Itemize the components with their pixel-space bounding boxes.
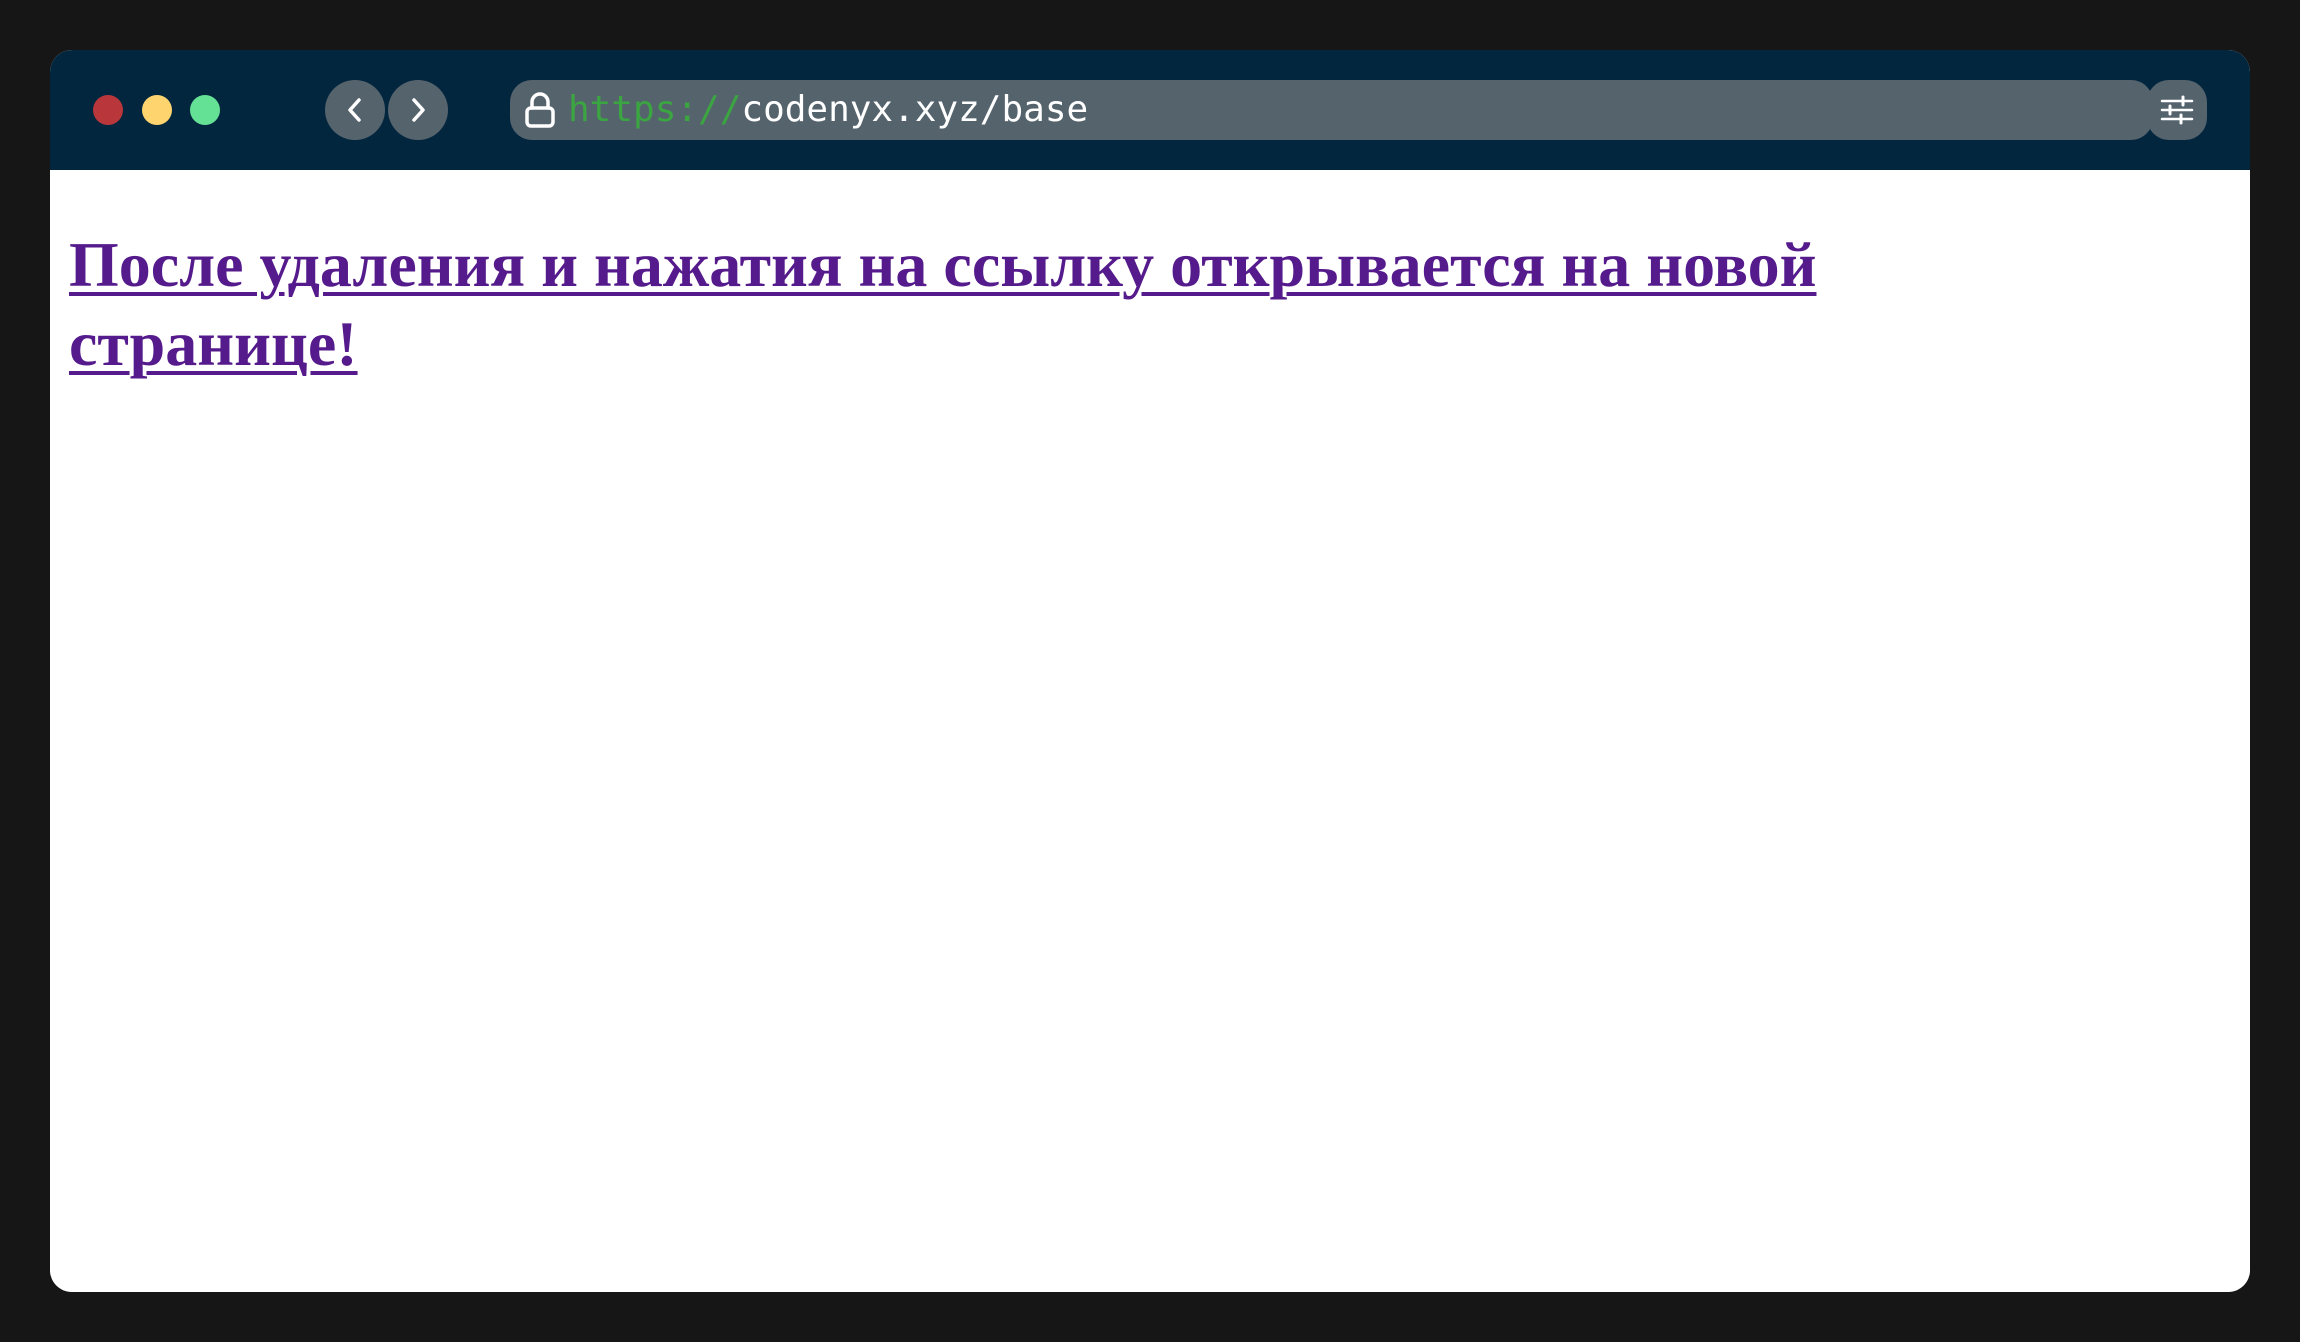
page-content: После удаления и нажатия на ссылку откры… <box>50 170 2250 1292</box>
url-text: https://codenyx.xyz/base <box>568 80 1088 140</box>
browser-window: https://codenyx.xyz/base После удаления … <box>50 50 2250 1292</box>
close-window-button[interactable] <box>93 95 123 125</box>
address-bar[interactable]: https://codenyx.xyz/base <box>510 80 2153 140</box>
lock-icon <box>510 80 570 140</box>
forward-button[interactable] <box>388 80 448 140</box>
url-scheme: https:// <box>568 89 742 130</box>
chevron-right-icon <box>412 98 425 122</box>
chevron-left-icon <box>348 98 361 122</box>
maximize-window-button[interactable] <box>190 95 220 125</box>
browser-toolbar: https://codenyx.xyz/base <box>50 50 2250 170</box>
sliders-icon <box>2160 95 2194 125</box>
url-path: codenyx.xyz/base <box>741 89 1089 130</box>
back-button[interactable] <box>325 80 385 140</box>
settings-button[interactable] <box>2147 80 2207 140</box>
page-link[interactable]: После удаления и нажатия на ссылку откры… <box>69 225 2029 383</box>
minimize-window-button[interactable] <box>142 95 172 125</box>
